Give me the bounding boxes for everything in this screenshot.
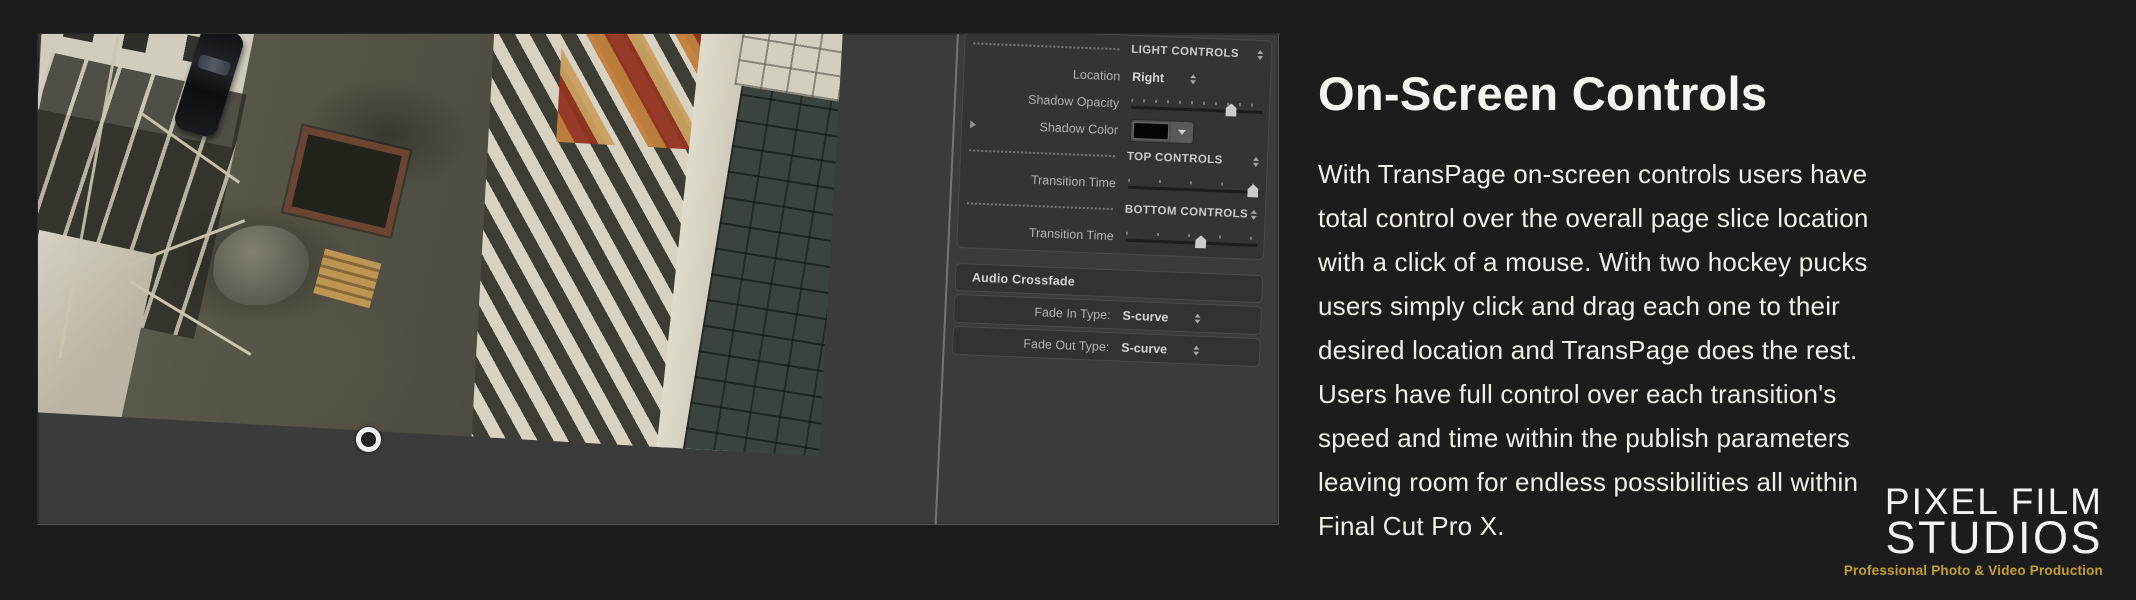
- section-title: Audio Crossfade: [971, 270, 1076, 289]
- param-label: Location: [1072, 66, 1121, 83]
- fade-in-popup[interactable]: S-curve: [1122, 308, 1201, 325]
- top-transition-slider[interactable]: [1127, 178, 1260, 193]
- param-label: Fade In Type:: [1034, 304, 1111, 322]
- param-label: Shadow Opacity: [1027, 92, 1120, 110]
- page-title: On-Screen Controls: [1318, 67, 1768, 120]
- param-label: Transition Time: [1030, 172, 1117, 190]
- logo-line-2: STUDIOS: [1885, 512, 2103, 564]
- light-controls-group: LIGHT CONTROLS Location Right Shadow Opa…: [956, 34, 1273, 261]
- slider-ticks: [1131, 98, 1264, 107]
- stepper-icon[interactable]: [1256, 49, 1264, 61]
- pixel-film-studios-logo: PIXEL FILM STUDIOS Professional Photo & …: [1843, 483, 2103, 578]
- photo-boulder: [211, 222, 312, 309]
- photo-courtyard-opening: [283, 125, 411, 237]
- inspector-panel: LIGHT CONTROLS Location Right Shadow Opa…: [950, 34, 1275, 370]
- color-dropdown-button[interactable]: [1170, 121, 1194, 144]
- logo-tagline: Professional Photo & Video Production: [1843, 563, 2103, 578]
- dashed-separator: [969, 149, 1116, 158]
- triangle-down-icon: [1177, 129, 1187, 136]
- stepper-icon[interactable]: [1194, 313, 1201, 324]
- bottom-transition-slider[interactable]: [1125, 231, 1258, 246]
- disclosure-triangle-icon[interactable]: [969, 119, 977, 129]
- stepper-icon[interactable]: [1250, 209, 1257, 220]
- popup-value[interactable]: S-curve: [1121, 340, 1167, 356]
- popup-value[interactable]: Right: [1132, 69, 1164, 84]
- slider-track[interactable]: [1127, 185, 1260, 193]
- popup-value[interactable]: S-curve: [1122, 308, 1168, 324]
- aerial-video-frame: [38, 34, 843, 456]
- group-header-label: BOTTOM CONTROLS: [1124, 203, 1249, 221]
- group-header-label: LIGHT CONTROLS: [1131, 43, 1240, 61]
- fade-out-popup[interactable]: S-curve: [1121, 340, 1200, 357]
- fcpx-screenshot-panel: LIGHT CONTROLS Location Right Shadow Opa…: [37, 33, 1279, 525]
- slider-track[interactable]: [1125, 238, 1258, 246]
- shadow-opacity-slider[interactable]: [1130, 98, 1264, 113]
- dashed-separator: [966, 202, 1113, 211]
- color-swatch[interactable]: [1132, 121, 1170, 141]
- color-well[interactable]: [1129, 118, 1195, 145]
- description-paragraph: With TransPage on-screen controls users …: [1318, 159, 1869, 541]
- group-header-label: TOP CONTROLS: [1126, 150, 1223, 167]
- param-label: Transition Time: [1028, 225, 1115, 243]
- stepper-icon[interactable]: [1189, 73, 1197, 84]
- slider-ticks: [1127, 178, 1260, 187]
- slider-ticks: [1125, 231, 1258, 240]
- stepper-icon[interactable]: [1252, 156, 1260, 167]
- slider-track[interactable]: [1130, 105, 1263, 113]
- dashed-separator: [973, 42, 1120, 51]
- hockey-puck-control[interactable]: [356, 427, 381, 452]
- location-popup[interactable]: Right: [1132, 69, 1197, 86]
- stepper-icon[interactable]: [1192, 344, 1200, 356]
- param-label: Shadow Color: [1039, 119, 1119, 137]
- photo-crates: [313, 248, 382, 309]
- param-label: Fade Out Type:: [1023, 336, 1110, 354]
